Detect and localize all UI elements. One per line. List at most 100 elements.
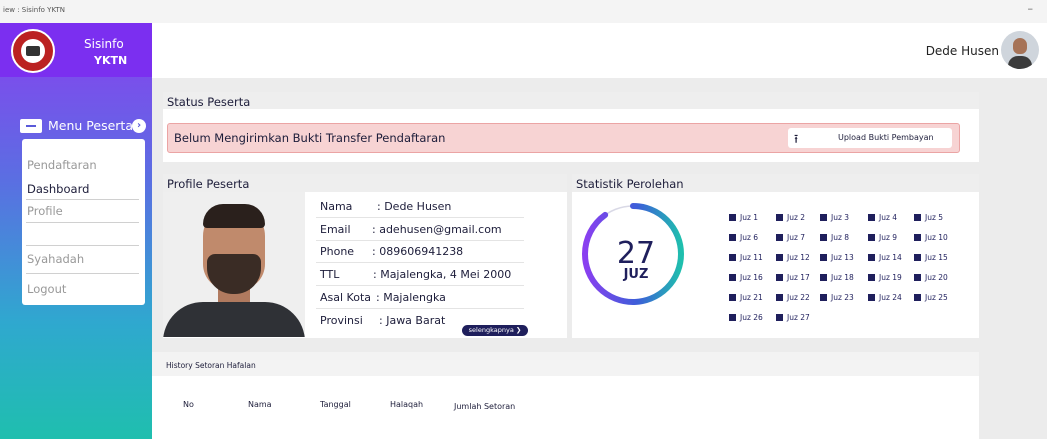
sidebar: Sisinfo YKTN Menu Peserta › Pendaftaran … [0,23,152,439]
legend-label: Juz 16 [740,273,763,282]
upload-label: Upload Bukti Pembayan [838,133,934,142]
legend-item: Juz 17 [776,273,810,282]
legend-label: Juz 5 [925,213,944,222]
legend-item: Juz 21 [729,293,763,302]
legend-label: Juz 26 [740,313,763,322]
legend-swatch-icon [776,274,783,281]
profile-row-nama: Nama : Dede Husen [320,200,550,214]
legend-label: Juz 18 [831,273,854,282]
window-titlebar: iew : Sisinfo YKTN – [0,0,1047,24]
see-more-button[interactable]: selengkapnya ❯ [462,325,528,336]
legend-swatch-icon [914,274,921,281]
legend-swatch-icon [868,254,875,261]
legend-label: Juz 17 [787,273,810,282]
legend-item: Juz 7 [776,233,805,242]
legend-item: Juz 22 [776,293,810,302]
divider [26,222,139,223]
brand-name: Sisinfo [84,37,124,51]
profile-photo [163,192,305,337]
legend-label: Juz 8 [831,233,850,242]
legend-item: Juz 4 [868,213,897,222]
window-title: iew : Sisinfo YKTN [3,6,66,14]
legend-swatch-icon [820,274,827,281]
profile-title: Profile Peserta [167,177,250,191]
legend-swatch-icon [914,214,921,221]
divider [26,245,139,246]
sidebar-item-profile[interactable]: Profile [27,204,63,218]
column-header-nama: Nama [248,400,272,409]
legend-label: Juz 27 [787,313,810,322]
column-header-no: No [183,400,194,409]
sidebar-item-syahadah[interactable]: Syahadah [27,252,84,266]
status-message: Belum Mengirimkan Bukti Transfer Pendaft… [174,131,446,145]
legend-swatch-icon [776,214,783,221]
legend-label: Juz 22 [787,293,810,302]
legend-item: Juz 19 [868,273,902,282]
divider [316,262,524,263]
divider [26,199,139,200]
legend-swatch-icon [776,234,783,241]
sidebar-item-logout[interactable]: Logout [27,282,66,296]
legend-label: Juz 3 [831,213,850,222]
menu-title: Menu Peserta [48,118,133,133]
legend-label: Juz 14 [879,253,902,262]
legend-item: Juz 5 [914,213,943,222]
legend-label: Juz 6 [740,233,759,242]
divider [316,217,524,218]
legend-item: Juz 25 [914,293,948,302]
legend-label: Juz 2 [787,213,806,222]
sidebar-item-dashboard[interactable]: Dashboard [27,182,89,196]
avatar[interactable] [1001,31,1039,69]
legend-swatch-icon [868,294,875,301]
legend-swatch-icon [820,234,827,241]
legend-label: Juz 12 [787,253,810,262]
sidebar-header: Sisinfo YKTN [0,23,152,77]
status-alert: Belum Mengirimkan Bukti Transfer Pendaft… [167,123,960,153]
legend-item: Juz 12 [776,253,810,262]
field-value: : Dede Husen [377,200,452,213]
legend-label: Juz 4 [879,213,898,222]
legend-label: Juz 21 [740,293,763,302]
field-label: Email [320,223,351,236]
legend-item: Juz 13 [820,253,854,262]
column-header-jumlah-setoran: Jumlah Setoran [454,402,516,411]
chevron-right-icon[interactable]: › [132,119,146,133]
top-header: Dede Husen [152,23,1047,78]
legend-label: Juz 7 [787,233,806,242]
legend-label: Juz 15 [925,253,948,262]
profile-row-ttl: TTL : Majalengka, 4 Mei 2000 [320,268,550,282]
user-name[interactable]: Dede Husen [926,44,999,58]
legend-label: Juz 13 [831,253,854,262]
legend-swatch-icon [868,274,875,281]
legend-item: Juz 1 [729,213,758,222]
divider [316,240,524,241]
field-label: Provinsi [320,314,363,327]
field-label: TTL [320,268,340,281]
legend-item: Juz 11 [729,253,763,262]
legend-label: Juz 1 [740,213,759,222]
legend-swatch-icon [776,254,783,261]
legend-label: Juz 23 [831,293,854,302]
menu-peserta-toggle[interactable]: Menu Peserta › [20,117,148,137]
legend-swatch-icon [729,274,736,281]
legend-label: Juz 10 [925,233,948,242]
profile-row-phone: Phone : 089606941238 [320,245,550,259]
history-title: History Setoran Hafalan [166,361,256,370]
upload-proof-button[interactable]: ⭱ Upload Bukti Pembayan [788,128,952,148]
legend-item: Juz 18 [820,273,854,282]
profile-row-asal-kota: Asal Kota : Majalengka [320,291,550,305]
history-panel-header [152,352,979,376]
logo-icon [11,29,55,73]
sidebar-item-pendaftaran[interactable]: Pendaftaran [27,158,97,172]
field-label: Phone [320,245,355,258]
profile-row-email: Email : adehusen@gmail.com [320,223,550,237]
juz-progress-donut: 27 JUZ [581,197,685,311]
legend-item: Juz 15 [914,253,948,262]
stats-title: Statistik Perolehan [576,177,684,191]
minimize-button[interactable]: – [1028,2,1034,15]
column-header-halaqah: Halaqah [390,400,424,409]
legend-swatch-icon [820,214,827,221]
legend-swatch-icon [729,234,736,241]
field-value: : Jawa Barat [379,314,446,327]
legend-item: Juz 26 [729,313,763,322]
